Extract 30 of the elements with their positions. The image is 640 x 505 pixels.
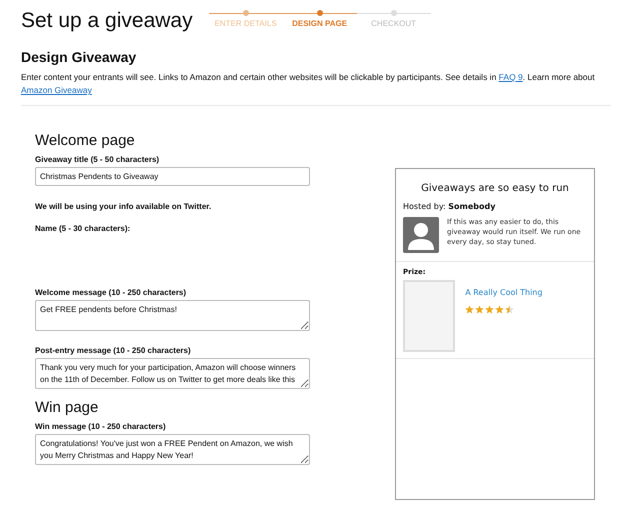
field-label: Giveaway title (5 - 50 characters) xyxy=(35,155,160,164)
step-label: CHECKOUT xyxy=(371,19,416,28)
title-field[interactable]: Christmas Pendents to Giveaway xyxy=(35,167,310,186)
step-label: ENTER DETAILS xyxy=(214,19,277,28)
field-label: Post-entry message (10 - 250 characters) xyxy=(35,346,192,355)
section-heading: Welcome page xyxy=(35,132,136,149)
field-label: Win message (10 - 250 characters) xyxy=(35,422,167,431)
star-icon xyxy=(485,305,494,314)
page-title: Set up a giveaway xyxy=(21,8,193,34)
star-icon xyxy=(495,305,504,314)
field-label: Welcome message (10 - 250 characters) xyxy=(35,288,188,297)
welcome-message-field[interactable]: Get FREE pendents before Christmas! xyxy=(35,300,310,331)
twitter-note: We will be using your info available on Twitter. xyxy=(35,202,212,211)
post-entry-message-field[interactable]: Thank you very much for your participation, Amazon will choose winners on the 11th of December. Follow us on Twitter to get more deals like this xyxy=(35,358,310,389)
star-icon xyxy=(475,305,484,314)
avatar-icon xyxy=(403,217,439,253)
preview-title: Giveaways are so easy to run xyxy=(420,183,570,194)
section-heading: Win page xyxy=(35,399,100,416)
giveaway-link[interactable]: Amazon Giveaway xyxy=(21,85,92,95)
prize-link[interactable]: A Really Cool Thing xyxy=(465,288,542,297)
win-message-field[interactable]: Congratulations! You've just won a FREE Pendent on Amazon, we wish you Merry Christmas and Happy New Year! xyxy=(35,434,310,465)
faq-link[interactable]: FAQ 9 xyxy=(498,72,523,82)
star-icon xyxy=(505,305,514,314)
prize-image-placeholder xyxy=(403,280,456,352)
intro-text: Enter content your entrants will see. Links to Amazon and certain other websites will be clickable by participants. See details in FAQ 9. Learn more about Amazon Giveaway xyxy=(21,71,596,97)
host-text: Hosted by: Somebody xyxy=(402,202,496,211)
step-label: DESIGN PAGE xyxy=(292,19,348,28)
star-icon xyxy=(465,305,474,314)
section-title: Design Giveaway xyxy=(21,49,138,65)
name-label: Name (5 - 30 characters): xyxy=(35,224,132,233)
